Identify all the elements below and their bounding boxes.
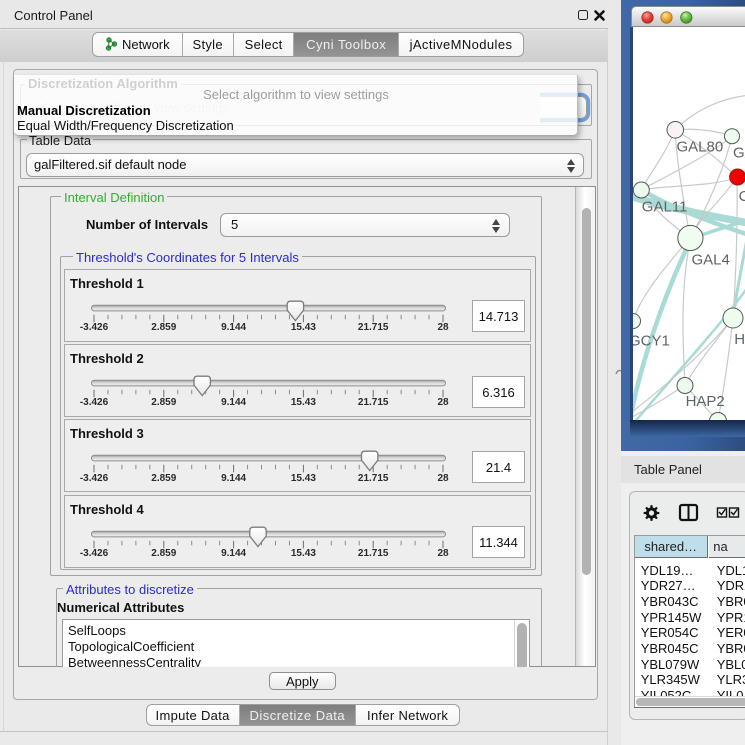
svg-text:GAL80: GAL80 xyxy=(677,139,724,156)
svg-text:HAP2: HAP2 xyxy=(686,393,725,410)
svg-text:GAL4: GAL4 xyxy=(692,252,730,269)
svg-text:GCY1: GCY1 xyxy=(633,333,670,350)
svg-text:GAL3: GAL3 xyxy=(733,145,745,162)
svg-text:CYC: CYC xyxy=(739,188,745,205)
svg-text:GAL11: GAL11 xyxy=(642,199,688,216)
svg-text:HIS: HIS xyxy=(734,331,745,348)
